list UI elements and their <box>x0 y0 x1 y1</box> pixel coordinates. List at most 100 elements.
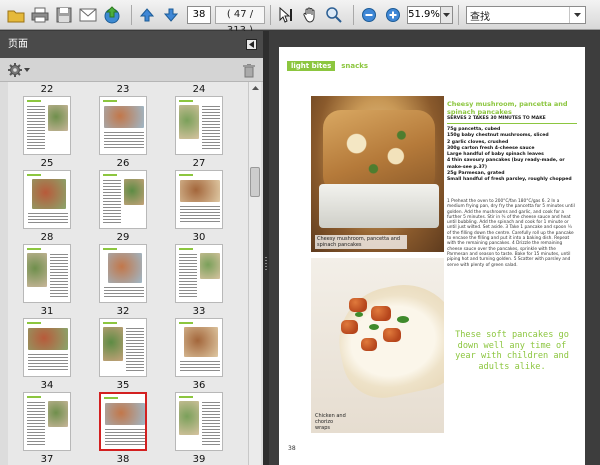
thumbnail-label: 33 <box>192 306 206 317</box>
pages-panel-title: 页面 <box>8 39 28 50</box>
thumbnail-label: 29 <box>116 232 130 243</box>
page-number-input[interactable]: 38 <box>187 5 211 24</box>
thumbnail-label: 24 <box>192 84 206 95</box>
pages-panel: 页面 22 23 24 25 26 27 28 29 30 31 32 33 34 35 36 37 38… <box>0 31 263 465</box>
pancakes-photo <box>311 96 444 252</box>
photo-caption: Chicken and chorizo wraps <box>315 413 346 431</box>
ingredient: 4 thin savoury pancakes (buy ready-made,… <box>447 158 565 170</box>
next-page-icon[interactable] <box>161 5 181 25</box>
thumbnail-image[interactable] <box>23 244 71 303</box>
chevron-down-icon <box>24 68 30 72</box>
zoom-level-input[interactable]: 51.9% <box>407 5 441 24</box>
thumbnail-image[interactable] <box>23 170 71 229</box>
thumbnail-image[interactable] <box>175 392 223 451</box>
thumbnail-image[interactable] <box>99 392 147 451</box>
save-icon[interactable] <box>54 5 74 25</box>
page-thumbnails: 22 23 24 25 26 27 28 29 30 31 32 33 34 35 36 37 38 39 <box>8 82 248 465</box>
page-count-label: ( 47 / 313 ) <box>215 5 265 36</box>
thumbnails-scrollbar[interactable] <box>248 82 261 465</box>
page-thumbnail[interactable]: 36 <box>164 318 234 392</box>
thumbnail-label: 32 <box>116 306 130 317</box>
ingredients-list: 75g pancetta, cubed 150g baby chestnut m… <box>447 127 579 184</box>
scrollbar-thumb[interactable] <box>250 167 260 197</box>
zoom-dropdown-button[interactable] <box>441 5 453 24</box>
thumbnail-image[interactable] <box>23 392 71 451</box>
print-icon[interactable] <box>30 5 50 25</box>
marquee-zoom-icon[interactable] <box>324 5 344 25</box>
scroll-up-arrow[interactable] <box>249 82 261 94</box>
toolbar-divider <box>131 4 132 25</box>
pages-panel-toolbar <box>0 58 263 82</box>
page-number: 38 <box>288 445 296 452</box>
page-thumbnail[interactable]: 38 <box>88 392 158 465</box>
thumbnail-label: 38 <box>116 454 130 465</box>
collapse-panel-button[interactable] <box>246 39 257 50</box>
thumbnail-label: 39 <box>192 454 206 465</box>
divider <box>447 123 577 124</box>
thumbnail-label: 31 <box>40 306 54 317</box>
recipe-title: Cheesy mushroom, pancetta and spinach pa… <box>447 100 568 116</box>
chevron-down-icon <box>443 12 450 17</box>
open-folder-icon[interactable] <box>6 5 26 25</box>
pull-quote: These soft pancakes go down well any tim… <box>455 330 569 372</box>
page-thumbnail[interactable]: 25 <box>12 96 82 170</box>
zoom-out-icon[interactable] <box>359 5 379 25</box>
toolbar-divider <box>458 4 459 25</box>
section-header: light bites snacks <box>287 61 368 71</box>
thumbnail-image[interactable] <box>175 170 223 229</box>
thumbnail-image[interactable] <box>23 318 71 377</box>
document-page: light bites snacks Cheesy mushroom, panc… <box>279 47 585 465</box>
page-thumbnail[interactable]: 35 <box>88 318 158 392</box>
page-thumbnail[interactable]: 32 <box>88 244 158 318</box>
thumbnail-image[interactable] <box>99 96 147 155</box>
thumbnail-image[interactable] <box>99 244 147 303</box>
splitter-grip[interactable] <box>265 257 267 271</box>
web-upload-icon[interactable] <box>102 5 122 25</box>
page-thumbnail[interactable]: 27 <box>164 96 234 170</box>
thumbnail-label: 25 <box>40 158 54 169</box>
trash-icon <box>243 64 255 78</box>
page-thumbnail[interactable]: 33 <box>164 244 234 318</box>
page-thumbnail[interactable]: 26 <box>88 96 158 170</box>
delete-page-button[interactable] <box>243 63 255 82</box>
chevron-left-icon <box>249 41 254 48</box>
options-menu-button[interactable] <box>8 63 30 77</box>
photo-caption: Cheesy mushroom, pancetta and spinach pa… <box>315 235 407 249</box>
recipe-meta: SERVES 2 TAKES 30 MINUTES TO MAKE <box>447 116 546 121</box>
thumbnail-image[interactable] <box>23 96 71 155</box>
section-subtitle: snacks <box>341 62 369 70</box>
page-thumbnail[interactable]: 39 <box>164 392 234 465</box>
thumbnail-image[interactable] <box>99 318 147 377</box>
pages-panel-header: 页面 <box>0 31 263 58</box>
thumbnail-image[interactable] <box>175 318 223 377</box>
email-icon[interactable] <box>78 5 98 25</box>
thumbnail-label: 37 <box>40 454 54 465</box>
toolbar-divider <box>353 4 354 25</box>
section-tag: light bites <box>287 61 336 71</box>
thumbnail-label: 30 <box>192 232 206 243</box>
page-thumbnail[interactable]: 31 <box>12 244 82 318</box>
gear-icon <box>8 63 22 77</box>
thumbnail-image[interactable] <box>175 244 223 303</box>
select-text-cursor-icon[interactable] <box>276 5 296 25</box>
chevron-down-icon <box>574 13 581 17</box>
page-thumbnail[interactable]: 37 <box>12 392 82 465</box>
ingredient: Small handful of fresh parsley, roughly … <box>447 177 572 183</box>
previous-page-icon[interactable] <box>137 5 157 25</box>
hand-tool-icon[interactable] <box>300 5 320 25</box>
page-thumbnail[interactable]: 30 <box>164 170 234 244</box>
thumbnail-label: 34 <box>40 380 54 391</box>
thumbnail-image[interactable] <box>175 96 223 155</box>
thumbnail-label: 22 <box>40 84 54 95</box>
search-dropdown-button[interactable] <box>569 7 585 23</box>
page-thumbnail[interactable]: 28 <box>12 170 82 244</box>
page-thumbnail[interactable]: 34 <box>12 318 82 392</box>
document-viewer[interactable]: light bites snacks Cheesy mushroom, panc… <box>269 31 600 465</box>
thumbnail-label: 36 <box>192 380 206 391</box>
zoom-in-icon[interactable] <box>383 5 403 25</box>
search-field[interactable] <box>466 6 586 24</box>
page-thumbnail[interactable]: 29 <box>88 170 158 244</box>
thumbnail-image[interactable] <box>99 170 147 229</box>
search-input[interactable] <box>467 7 569 23</box>
chevron-up-icon <box>251 86 259 90</box>
